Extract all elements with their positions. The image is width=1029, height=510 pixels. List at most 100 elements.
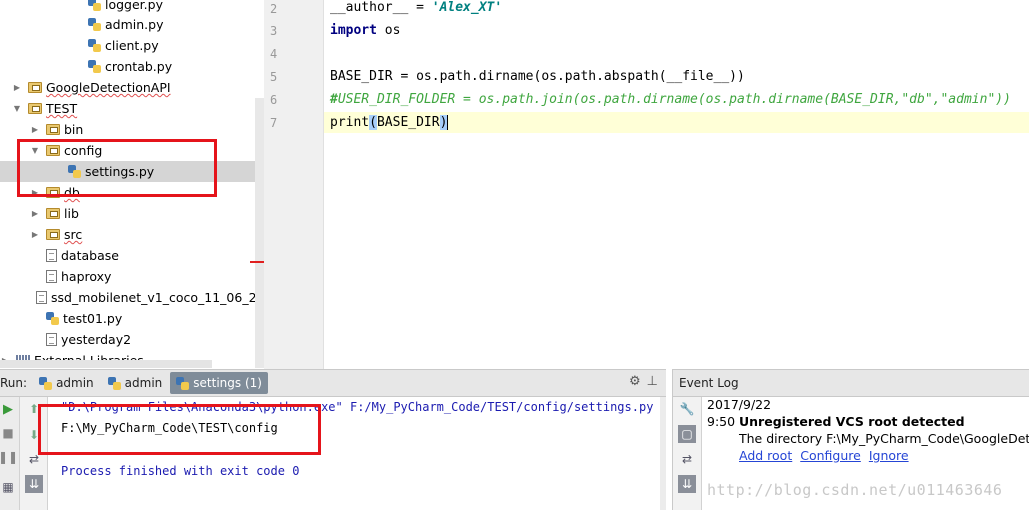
collapsed-arrow-icon[interactable]: ▶ bbox=[30, 209, 40, 218]
tree-item[interactable]: ▶ GoogleDetectionAPI bbox=[0, 77, 264, 98]
python-file-icon bbox=[88, 39, 101, 52]
error-stripe-mark bbox=[250, 261, 264, 263]
event-detail: The directory F:\My_PyCharm_Code\GoogleD… bbox=[739, 431, 1029, 446]
tree-item[interactable]: ▼ TEST bbox=[0, 98, 264, 119]
watermark: http://blog.csdn.net/u011463646 bbox=[707, 481, 1003, 499]
tree-item[interactable]: yesterday2 bbox=[0, 329, 264, 350]
tree-item-label: TEST bbox=[46, 101, 78, 116]
python-file-icon bbox=[88, 60, 101, 73]
wrench-icon[interactable]: 🔧 bbox=[679, 401, 695, 417]
project-tree-horizontal-scrollbar[interactable] bbox=[0, 360, 212, 368]
collapsed-arrow-icon[interactable]: ▶ bbox=[30, 230, 40, 239]
code-line-6: #USER_DIR_FOLDER = os.path.join(os.path.… bbox=[330, 90, 1011, 110]
code-line-2: __author__ = 'Alex_XT' bbox=[330, 0, 502, 18]
collapsed-arrow-icon[interactable]: ▶ bbox=[30, 125, 40, 134]
pause-icon[interactable]: ❚❚ bbox=[0, 449, 18, 465]
print-call: print bbox=[330, 115, 370, 130]
tree-item[interactable]: ▶ bin bbox=[0, 119, 264, 140]
project-tree-scrollbar[interactable] bbox=[255, 98, 264, 368]
folder-icon bbox=[46, 229, 60, 240]
event-title: Unregistered VCS root detected bbox=[739, 414, 965, 429]
code-line-3: import os bbox=[330, 21, 400, 41]
event-date: 2017/9/22 bbox=[707, 397, 772, 412]
tree-item-label: crontab.py bbox=[105, 59, 173, 74]
author-string: 'Alex_XT' bbox=[431, 0, 503, 15]
layout-icon[interactable]: ▦ bbox=[0, 479, 16, 495]
code-line-7: print(BASE_DIR) bbox=[330, 113, 449, 133]
tree-item[interactable]: client.py bbox=[0, 35, 264, 56]
ignore-link[interactable]: Ignore bbox=[869, 448, 909, 463]
add-root-link[interactable]: Add root bbox=[739, 448, 792, 463]
file-icon bbox=[36, 291, 47, 304]
rerun-icon[interactable]: ▶ bbox=[0, 401, 16, 417]
python-file-icon bbox=[88, 0, 101, 11]
editor-gutter: 2 3 4 5 6 7 bbox=[264, 0, 324, 369]
run-tab-label: admin bbox=[56, 376, 94, 390]
tree-item-label: admin.py bbox=[105, 17, 164, 32]
python-file-icon bbox=[88, 18, 101, 31]
event-log-body: 2017/9/22 9:50 Unregistered VCS root det… bbox=[702, 397, 1029, 510]
tree-item-label: GoogleDetectionAPI bbox=[46, 80, 171, 95]
file-icon bbox=[46, 270, 57, 283]
event-time: 9:50 bbox=[707, 414, 736, 429]
expanded-arrow-icon[interactable]: ▼ bbox=[12, 104, 22, 113]
tree-item-label: lib bbox=[64, 206, 79, 221]
folder-icon bbox=[46, 124, 60, 135]
file-icon bbox=[46, 249, 57, 262]
tree-item-label: client.py bbox=[105, 38, 159, 53]
line-number: 6 bbox=[270, 93, 278, 107]
line-number: 5 bbox=[270, 70, 278, 84]
tree-item[interactable]: haproxy bbox=[0, 266, 264, 287]
event-log-header: Event Log bbox=[672, 369, 1029, 397]
collapsed-arrow-icon[interactable]: ▶ bbox=[12, 83, 22, 92]
tree-item[interactable]: ssd_mobilenet_v1_coco_11_06_2017.t bbox=[0, 287, 264, 308]
annotation-box-config bbox=[17, 139, 217, 197]
tree-item[interactable]: test01.py bbox=[0, 308, 264, 329]
folder-icon bbox=[28, 82, 42, 93]
line-number: 3 bbox=[270, 24, 278, 38]
tree-item-label: logger.py bbox=[105, 0, 163, 12]
python-file-icon bbox=[46, 312, 59, 325]
stop-icon[interactable]: ■ bbox=[0, 425, 16, 441]
run-tab-admin-2[interactable]: admin bbox=[102, 372, 169, 394]
event-log-toolbar: 🔧 ▢ ⇄ ⇊ bbox=[672, 397, 702, 510]
comment-hash: # bbox=[330, 92, 338, 107]
scroll-to-end-icon[interactable]: ⇊ bbox=[25, 475, 43, 493]
run-tab-admin-1[interactable]: admin bbox=[33, 372, 100, 394]
soft-wrap-icon[interactable]: ⇄ bbox=[679, 451, 695, 467]
balloon-icon[interactable]: ▢ bbox=[678, 425, 696, 443]
tree-item-label: yesterday2 bbox=[61, 332, 132, 347]
run-label: Run: bbox=[0, 376, 28, 390]
tree-item-label: haproxy bbox=[61, 269, 112, 284]
text-cursor bbox=[447, 115, 449, 130]
tree-item[interactable]: admin.py bbox=[0, 14, 264, 35]
event-links: Add root Configure Ignore bbox=[739, 448, 909, 463]
import-keyword: import bbox=[330, 23, 377, 38]
tree-item[interactable]: ▶ lib bbox=[0, 203, 264, 224]
comment-text: USER_DIR_FOLDER = os.path.join(os.path.d… bbox=[337, 92, 1011, 107]
code-line-5: BASE_DIR = os.path.dirname(os.path.abspa… bbox=[330, 69, 745, 84]
code-editor[interactable]: __author__ = 'Alex_XT' import os BASE_DI… bbox=[324, 0, 1029, 369]
tree-item-label: ssd_mobilenet_v1_coco_11_06_2017.t bbox=[51, 290, 264, 305]
scroll-to-end-icon[interactable]: ⇊ bbox=[678, 475, 696, 493]
hide-panel-icon[interactable]: ⊥ bbox=[647, 374, 658, 389]
file-icon bbox=[46, 333, 57, 346]
console-scrollbar[interactable] bbox=[660, 397, 666, 510]
line-number: 7 bbox=[270, 116, 278, 130]
tree-item[interactable]: database bbox=[0, 245, 264, 266]
python-file-icon bbox=[107, 376, 121, 390]
run-tab-label: settings (1) bbox=[193, 376, 262, 390]
console-exit-line: Process finished with exit code 0 bbox=[61, 464, 300, 478]
open-paren: ( bbox=[369, 115, 377, 130]
run-tab-settings[interactable]: settings (1) bbox=[170, 372, 268, 394]
python-file-icon bbox=[39, 376, 53, 390]
tree-item[interactable]: logger.py bbox=[0, 0, 264, 15]
folder-icon bbox=[46, 208, 60, 219]
configure-link[interactable]: Configure bbox=[800, 448, 861, 463]
python-file-icon bbox=[176, 376, 190, 390]
gear-icon[interactable]: ⚙ bbox=[629, 374, 641, 389]
run-tab-label: admin bbox=[124, 376, 163, 390]
tree-item[interactable]: crontab.py bbox=[0, 56, 264, 77]
tree-item[interactable]: ▶ src bbox=[0, 224, 264, 245]
tree-item-label: test01.py bbox=[63, 311, 123, 326]
